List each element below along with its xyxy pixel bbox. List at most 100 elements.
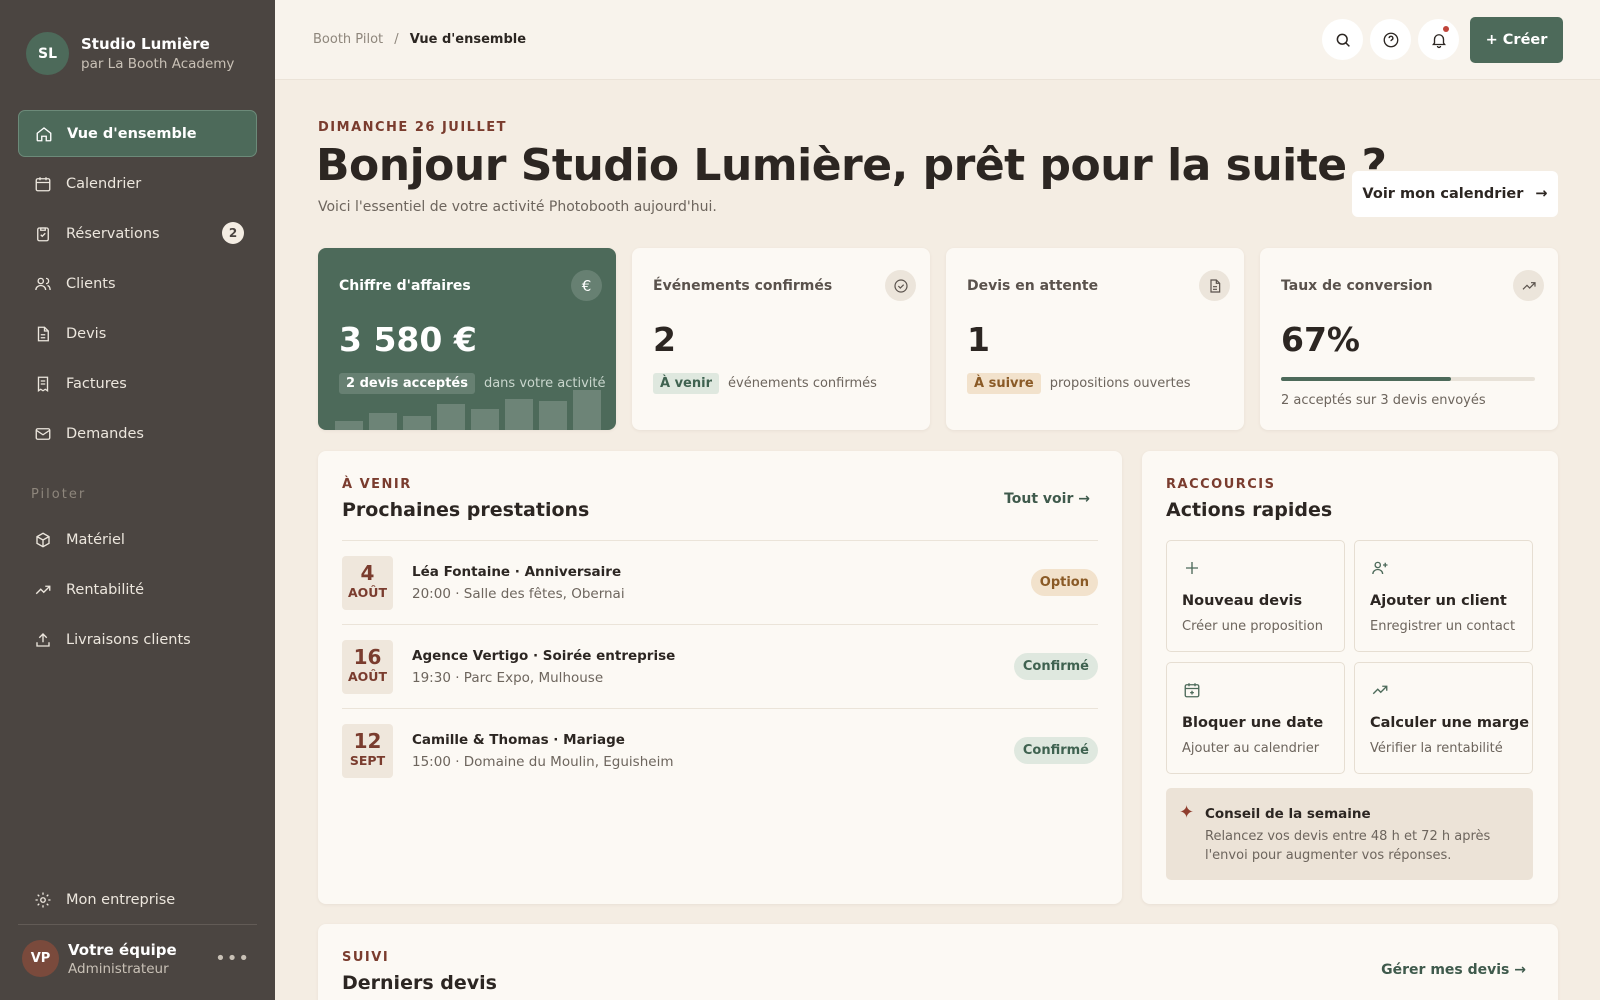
kpi-tag: À venir (653, 373, 719, 394)
create-button[interactable]: + Créer (1470, 17, 1563, 63)
action-subtitle: Créer une proposition (1182, 619, 1323, 634)
sidebar-section-label: Piloter (31, 487, 87, 502)
upcoming-panel: À VENIR Prochaines prestations Tout voir… (318, 451, 1122, 904)
kpi-label: Événements confirmés (653, 278, 833, 294)
action-subtitle: Vérifier la rentabilité (1370, 741, 1503, 756)
event-title: Agence Vertigo · Soirée entreprise (412, 648, 676, 664)
section-title: Prochaines prestations (342, 499, 590, 521)
action-title: Nouveau devis (1182, 593, 1303, 609)
action-title: Bloquer une date (1182, 715, 1324, 731)
list-item[interactable]: 16 AOÛT Agence Vertigo · Soirée entrepri… (342, 624, 1098, 708)
sparkline-bar (505, 399, 533, 430)
sidebar-item-livraisons[interactable]: Livraisons clients (18, 616, 257, 663)
sidebar-item-materiel[interactable]: Matériel (18, 516, 257, 563)
list-item[interactable]: 12 SEPT Camille & Thomas · Mariage 15:00… (342, 708, 1098, 792)
users-icon (35, 277, 51, 290)
sidebar-item-label: Devis (66, 325, 107, 342)
kpi-value: 1 (967, 320, 990, 359)
breadcrumb-root[interactable]: Booth Pilot (313, 32, 383, 47)
new-quote-action[interactable]: Nouveau devis Créer une proposition (1166, 540, 1345, 652)
kpi-conversion-card[interactable]: Taux de conversion 67% 2 acceptés sur 3 … (1260, 248, 1558, 430)
sidebar-item-label: Matériel (66, 531, 125, 548)
kpi-value: 3 580 € (339, 320, 477, 359)
block-date-action[interactable]: Bloquer une date Ajouter au calendrier (1166, 662, 1345, 774)
more-icon[interactable]: ••• (215, 948, 250, 969)
sidebar-item-mon-entreprise[interactable]: Mon entreprise (18, 876, 257, 923)
studio-subtitle: par La Booth Academy (81, 56, 235, 72)
view-calendar-button[interactable]: Voir mon calendrier → (1352, 171, 1558, 217)
top-bar: Booth Pilot / Vue d'ensemble + Créer (275, 0, 1600, 80)
sparkline-bar (369, 413, 397, 430)
kpi-note: événements confirmés (728, 376, 877, 391)
sidebar-item-rentabilite[interactable]: Rentabilité (18, 566, 257, 613)
help-icon (1383, 32, 1398, 47)
kpi-revenue-card[interactable]: Chiffre d'affaires € 3 580 € 2 devis acc… (318, 248, 616, 430)
event-day: 12 (353, 729, 382, 753)
sidebar-item-devis[interactable]: Devis (18, 310, 257, 357)
event-day: 4 (360, 561, 375, 585)
document-icon (37, 326, 49, 341)
home-icon (36, 126, 52, 141)
search-button[interactable] (1322, 19, 1363, 60)
date-badge: 16 AOÛT (342, 640, 393, 694)
sidebar-item-label: Factures (66, 375, 127, 392)
calendar-icon (35, 176, 51, 191)
weekly-tip: ✦ Conseil de la semaine Relancez vos dev… (1166, 788, 1533, 880)
event-detail: 20:00 · Salle des fêtes, Obernai (412, 586, 625, 602)
sidebar-item-label: Rentabilité (66, 581, 145, 598)
arrow-right-icon: → (1535, 186, 1548, 202)
conversion-progress-fill (1281, 377, 1452, 381)
sidebar-item-label: Calendrier (66, 175, 142, 192)
user-role: Administrateur (68, 960, 169, 977)
sparkline-bar (335, 421, 363, 430)
current-date: DIMANCHE 26 JUILLET (318, 120, 507, 135)
sidebar-item-label: Vue d'ensemble (67, 125, 197, 142)
breadcrumb: Booth Pilot / Vue d'ensemble (313, 32, 526, 47)
kpi-label: Chiffre d'affaires (339, 278, 471, 294)
sidebar-item-label: Livraisons clients (66, 631, 191, 648)
sidebar-item-factures[interactable]: Factures (18, 360, 257, 407)
page-title: Bonjour Studio Lumière, prêt pour la sui… (316, 140, 1387, 191)
reservations-count-badge: 2 (222, 222, 244, 244)
sidebar-item-label: Réservations (66, 225, 160, 242)
sidebar-item-demandes[interactable]: Demandes (18, 410, 257, 457)
user-profile[interactable]: VP Votre équipe Administrateur ••• (22, 940, 250, 977)
manage-quotes-link[interactable]: Gérer mes devis → (1381, 962, 1526, 978)
section-title: Derniers devis (342, 972, 497, 994)
event-month: AOÛT (348, 585, 387, 600)
kpi-value: 67% (1281, 320, 1360, 359)
action-title: Ajouter un client (1370, 593, 1507, 609)
brand[interactable]: SL Studio Lumière par La Booth Academy (26, 32, 234, 75)
date-badge: 4 AOÛT (342, 556, 393, 610)
notifications-button[interactable] (1418, 19, 1459, 60)
trending-up-icon (1372, 685, 1388, 695)
user-avatar: VP (22, 940, 59, 977)
kpi-note: propositions ouvertes (1049, 376, 1191, 391)
calendar-plus-icon (1184, 683, 1200, 698)
add-client-action[interactable]: Ajouter un client Enregistrer un contact (1354, 540, 1533, 652)
event-month: AOÛT (348, 669, 387, 684)
kpi-quotes-card[interactable]: Devis en attente 1 À suivre propositions… (946, 248, 1244, 430)
see-all-link[interactable]: Tout voir → (1004, 491, 1090, 507)
status-badge: Confirmé (1013, 737, 1098, 764)
event-detail: 19:30 · Parc Expo, Mulhouse (412, 670, 604, 686)
sidebar-item-label: Demandes (66, 425, 144, 442)
gear-icon (35, 892, 51, 907)
list-item[interactable]: 4 AOÛT Léa Fontaine · Anniversaire 20:00… (342, 540, 1098, 624)
sidebar-item-calendrier[interactable]: Calendrier (18, 160, 257, 207)
sidebar-item-vue-ensemble[interactable]: Vue d'ensemble (18, 110, 257, 157)
sidebar-item-clients[interactable]: Clients (18, 260, 257, 307)
euro-icon: € (571, 270, 602, 301)
document-icon (1199, 270, 1230, 301)
margin-calc-action[interactable]: Calculer une marge Vérifier la rentabili… (1354, 662, 1533, 774)
user-name: Votre équipe (68, 940, 177, 959)
sidebar-item-reservations[interactable]: Réservations 2 (18, 210, 257, 257)
kpi-events-card[interactable]: Événements confirmés 2 À venir événement… (632, 248, 930, 430)
conversion-progress-bar (1281, 377, 1535, 381)
revenue-sparkline (335, 386, 617, 430)
breadcrumb-current: Vue d'ensemble (409, 32, 527, 47)
help-button[interactable] (1370, 19, 1411, 60)
search-icon (1336, 33, 1350, 47)
euro-glyph: € (581, 276, 592, 295)
sparkline-bar (573, 390, 601, 430)
